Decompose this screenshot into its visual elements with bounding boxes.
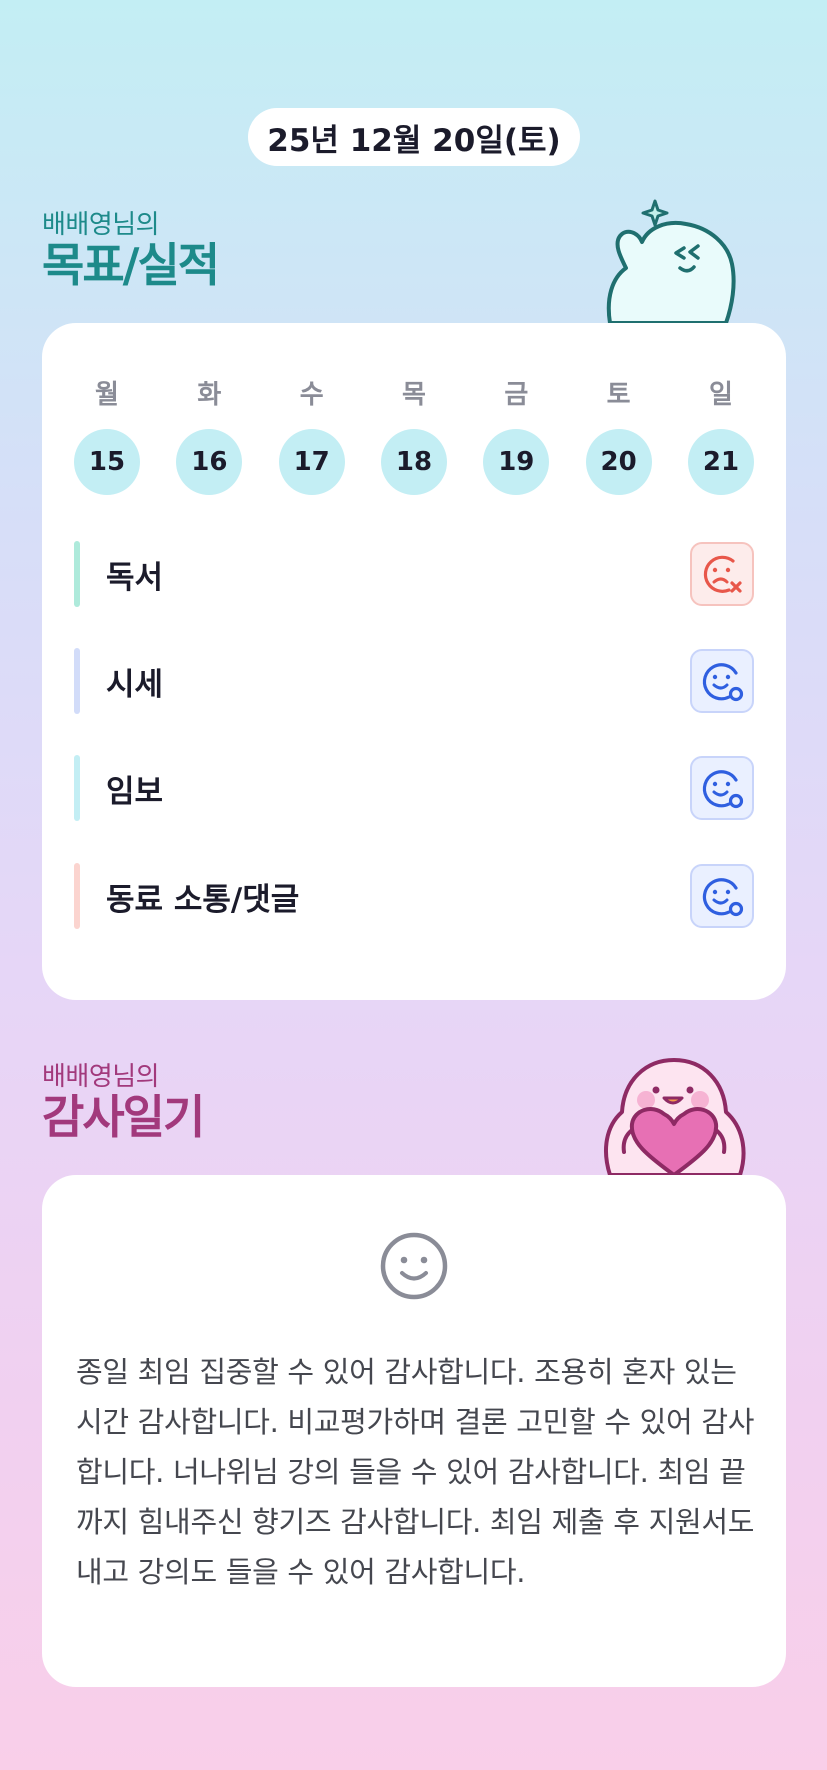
day-wed[interactable]: 수 17	[278, 377, 345, 495]
day-sat[interactable]: 토 20	[585, 377, 652, 495]
goal-label: 동료 소통/댓글	[106, 881, 300, 918]
goal-accent-bar	[74, 755, 80, 821]
day-mon[interactable]: 월 15	[74, 377, 140, 495]
day-number[interactable]: 17	[278, 429, 345, 495]
goals-user-line: 배배영님의	[42, 210, 160, 240]
day-sun[interactable]: 일 21	[687, 377, 754, 495]
smile-face-check-icon	[702, 663, 744, 702]
smile-face-icon	[379, 1231, 449, 1305]
goal-label: 시세	[106, 666, 164, 703]
day-label: 목	[402, 380, 426, 410]
goal-label: 임보	[106, 773, 164, 810]
date-header: 25년 12월 20일(토)	[248, 108, 580, 166]
day-number[interactable]: 20	[585, 429, 652, 495]
day-number[interactable]: 19	[483, 429, 550, 495]
goal-row-reading: 독서	[74, 541, 754, 607]
thanks-title: 감사일기	[42, 1090, 205, 1144]
goal-accent-bar	[74, 648, 80, 714]
goal-status-button[interactable]	[690, 649, 754, 713]
gratitude-journal-text: 종일 최임 집중할 수 있어 감사합니다. 조용히 혼자 있는 시간 감사합니다…	[76, 1355, 755, 1589]
day-label: 수	[299, 380, 324, 410]
pink-heart-mascot-illustration	[596, 1050, 756, 1179]
day-tue[interactable]: 화 16	[176, 377, 243, 495]
goal-accent-bar	[74, 541, 80, 607]
goal-status-button[interactable]	[690, 542, 754, 606]
day-number[interactable]: 16	[176, 429, 243, 495]
goals-card: 월 15 화 16 수 17 목 18 금 19 토 20 일 21 독서 시세…	[42, 323, 786, 1000]
day-number[interactable]: 18	[380, 429, 447, 495]
goals-title: 목표/실적	[42, 238, 220, 292]
thanks-card: 종일 최임 집중할 수 있어 감사합니다. 조용히 혼자 있는 시간 감사합니다…	[42, 1175, 786, 1687]
sad-face-x-icon	[703, 555, 742, 593]
smile-face-check-icon	[702, 770, 744, 809]
day-label: 일	[709, 380, 733, 410]
goal-status-button[interactable]	[690, 756, 754, 820]
goal-row-market-price: 시세	[74, 648, 754, 714]
week-strip: 월 15 화 16 수 17 목 18 금 19 토 20 일 21	[74, 377, 754, 495]
day-label: 화	[197, 380, 222, 410]
goal-row-peer-comments: 동료 소통/댓글	[74, 863, 754, 929]
day-number[interactable]: 15	[74, 429, 140, 495]
day-label: 금	[504, 380, 529, 410]
goal-row-site-visit: 임보	[74, 755, 754, 821]
day-label: 토	[606, 380, 631, 410]
day-fri[interactable]: 금 19	[483, 377, 550, 495]
day-label: 월	[95, 380, 119, 410]
goal-label: 독서	[106, 559, 164, 596]
goal-accent-bar	[74, 863, 80, 929]
goal-status-button[interactable]	[690, 864, 754, 928]
goals-section-title: 배배영님의 목표/실적	[42, 210, 220, 292]
mint-mascot-illustration	[598, 198, 748, 327]
day-number[interactable]: 21	[687, 429, 754, 495]
thanks-user-line: 배배영님의	[42, 1062, 160, 1092]
smile-face-check-icon	[702, 878, 744, 917]
thanks-section-title: 배배영님의 감사일기	[42, 1062, 205, 1144]
day-thu[interactable]: 목 18	[380, 377, 447, 495]
